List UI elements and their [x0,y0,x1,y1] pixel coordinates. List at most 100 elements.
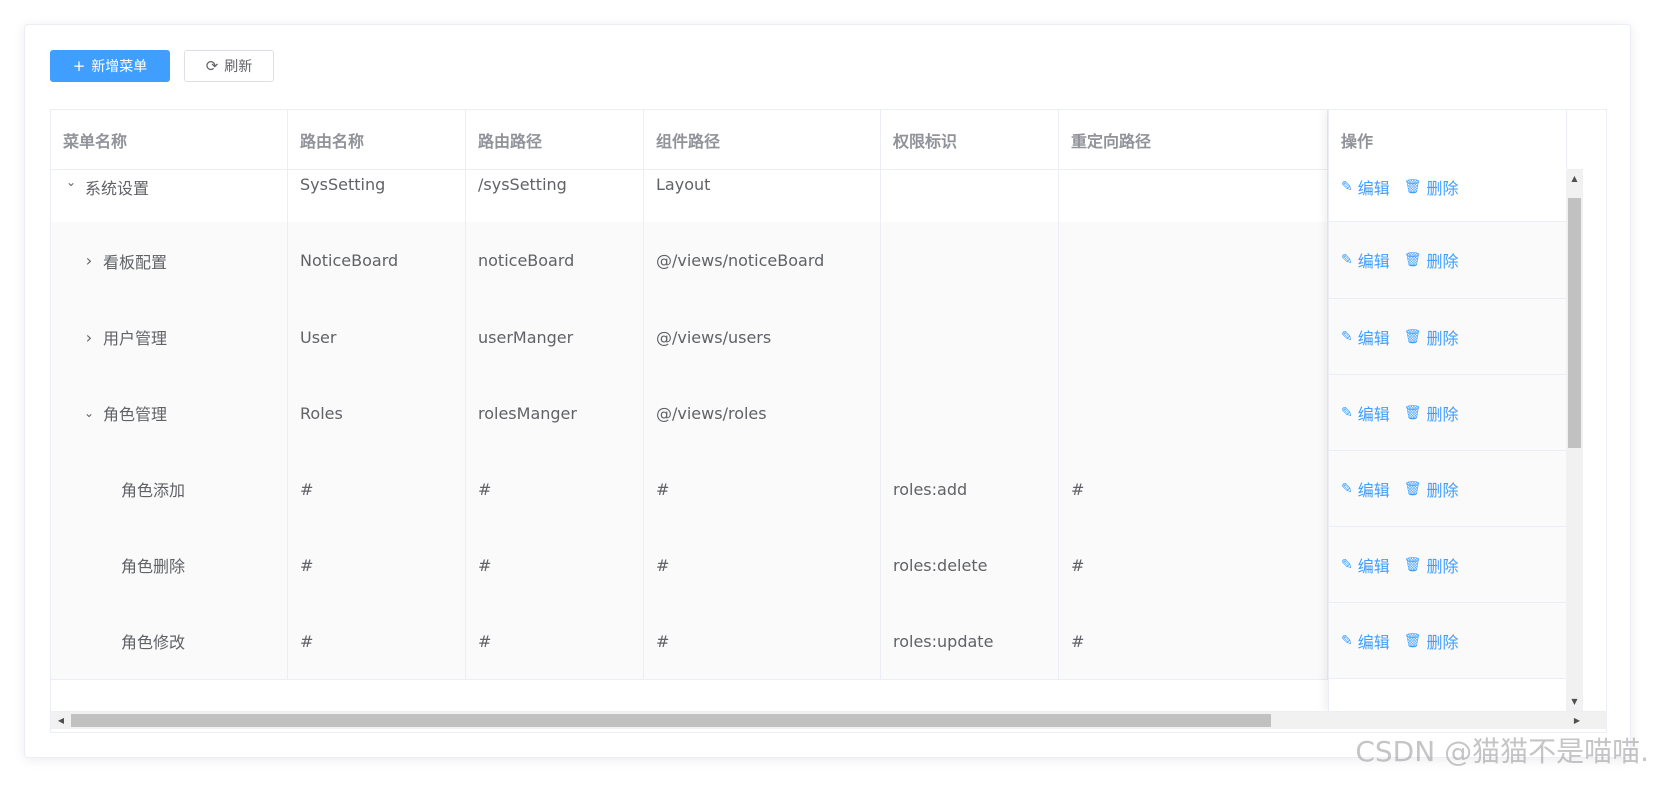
edit-label: 编辑 [1357,556,1390,576]
edit-icon: ✎ [1341,404,1353,421]
edit-label: 编辑 [1357,480,1390,500]
edit-button[interactable]: ✎ 编辑 [1341,477,1390,501]
edit-button[interactable]: ✎ 编辑 [1341,401,1390,425]
delete-button[interactable]: 🗑 删除 [1404,553,1459,577]
actions-cell: ✎ 编辑 🗑 删除 [1329,451,1567,527]
edit-button[interactable]: ✎ 编辑 [1341,325,1390,349]
table-cell-component: # [644,451,881,527]
table-cell-component: @/views/noticeBoard [644,222,881,299]
edit-icon: ✎ [1341,556,1353,573]
table-cell-path: # [466,603,644,679]
table-cell-route-name: Roles [288,375,466,451]
refresh-label: 刷新 [224,59,253,75]
table-cell-perm [881,222,1059,299]
col-actions: 操作 [1329,110,1567,169]
chevron-down-icon[interactable]: ⌄ [81,406,97,420]
trash-icon: 🗑 [1403,179,1422,195]
delete-button[interactable]: 🗑 删除 [1404,477,1459,501]
delete-button[interactable]: 🗑 删除 [1404,401,1459,425]
edit-button[interactable]: ✎ 编辑 [1341,553,1390,577]
trash-icon: 🗑 [1403,556,1422,573]
actions-cell: ✎ 编辑 🗑 删除 [1329,527,1567,603]
actions-cell: ✎ 编辑 🗑 删除 [1329,299,1567,375]
table-cell-perm: roles:update [881,603,1059,679]
table-cell-redirect [1059,375,1328,451]
menu-name-text: 角色添加 [121,481,186,500]
table-cell-name: › 用户管理 [51,299,288,375]
scroll-right-icon[interactable]: ▶ [1569,712,1585,729]
table-cell-perm [881,375,1059,451]
table-cell-path: noticeBoard [466,222,644,299]
menu-name-text: 角色管理 [103,405,168,424]
edit-button[interactable]: ✎ 编辑 [1341,175,1390,199]
table-cell-route-name: User [288,299,466,375]
refresh-button[interactable]: ⟳ 刷新 [184,50,274,82]
table-cell-perm: roles:add [881,451,1059,527]
table-cell-path: rolesManger [466,375,644,451]
actions-cell: ✎ 编辑 🗑 删除 [1329,375,1567,451]
table-cell-name: ⌄ 系统设置 [51,170,288,222]
col-permission: 权限标识 [881,110,1059,169]
edit-label: 编辑 [1357,252,1390,271]
trash-icon: 🗑 [1403,252,1422,268]
chevron-right-icon[interactable]: › [81,251,97,270]
edit-label: 编辑 [1357,328,1390,348]
actions-fixed-column: 操作 ✎ 编辑 🗑 删除 ✎ 编辑 🗑 删除 ✎ 编辑 🗑 删除 ✎ 编辑 🗑 删除 ✎ 编辑 🗑 删除 ✎ 编辑 🗑 删除 ✎… [1328,110,1567,711]
table-cell-perm [881,170,1059,222]
table-cell-path: /sysSetting [466,170,644,222]
table-cell-component: @/views/roles [644,375,881,451]
edit-label: 编辑 [1357,404,1390,424]
add-menu-label: 新增菜单 [91,59,148,75]
delete-label: 删除 [1426,556,1459,576]
col-redirect: 重定向路径 [1059,110,1328,169]
table-cell-route-name: NoticeBoard [288,222,466,299]
table-cell-name: › 看板配置 [51,222,288,299]
toolbar: + 新增菜单 ⟳ 刷新 [50,50,274,82]
edit-icon: ✎ [1341,632,1353,649]
delete-label: 删除 [1426,404,1459,424]
menu-name-text: 角色修改 [121,633,186,652]
edit-button[interactable]: ✎ 编辑 [1341,629,1390,653]
chevron-down-icon[interactable]: ⌄ [63,175,79,189]
delete-label: 删除 [1426,328,1459,348]
table-cell-route-name: # [288,527,466,603]
menu-name-text: 看板配置 [103,252,168,272]
watermark: CSDN @猫猫不是喵喵. [1355,735,1649,768]
content-card: + 新增菜单 ⟳ 刷新 菜单名称 路由名称 路由路径 组件路径 权限标识 重定向… [24,24,1631,758]
table-cell-component: # [644,527,881,603]
table-cell-path: userManger [466,299,644,375]
horizontal-scrollbar[interactable]: ◀ ▶ [51,711,1606,729]
edit-icon: ✎ [1341,252,1353,268]
table-cell-perm: roles:delete [881,527,1059,603]
chevron-right-icon[interactable]: › [81,328,97,347]
col-component-path: 组件路径 [644,110,881,169]
col-route-name: 路由名称 [288,110,466,169]
edit-label: 编辑 [1357,632,1390,652]
refresh-icon: ⟳ [205,57,219,75]
delete-button[interactable]: 🗑 删除 [1404,325,1459,349]
delete-button[interactable]: 🗑 删除 [1404,248,1459,272]
edit-button[interactable]: ✎ 编辑 [1341,248,1390,272]
horizontal-scroll-thumb[interactable] [71,714,1271,727]
delete-label: 删除 [1426,632,1459,652]
vertical-scroll-thumb[interactable] [1568,198,1581,448]
table-cell-route-name: # [288,451,466,527]
table-cell-route-name: SysSetting [288,170,466,222]
add-menu-button[interactable]: + 新增菜单 [50,50,170,82]
col-menu-name: 菜单名称 [51,110,288,169]
scroll-down-icon[interactable]: ▼ [1566,695,1583,709]
delete-button[interactable]: 🗑 删除 [1404,629,1459,653]
delete-button[interactable]: 🗑 删除 [1404,175,1459,199]
menu-name-text: 用户管理 [103,329,168,348]
edit-icon: ✎ [1341,480,1353,497]
table-cell-path: # [466,527,644,603]
header-gutter [1583,110,1606,711]
table-cell-component: # [644,603,881,679]
trash-icon: 🗑 [1403,480,1422,497]
vertical-scrollbar[interactable]: ▲ ▼ [1566,170,1583,711]
trash-icon: 🗑 [1403,404,1422,421]
table-cell-redirect: # [1059,527,1328,603]
scroll-left-icon[interactable]: ◀ [53,712,69,729]
table-cell-route-name: # [288,603,466,679]
scroll-up-icon[interactable]: ▲ [1566,172,1583,186]
